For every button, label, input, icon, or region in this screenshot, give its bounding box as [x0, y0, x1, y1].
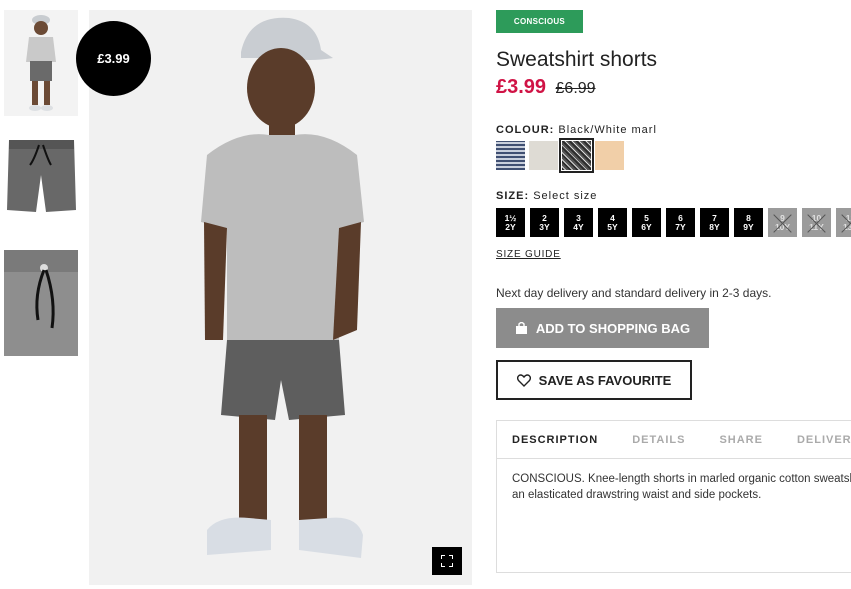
save-favourite-label: SAVE AS FAVOURITE	[538, 372, 672, 388]
size-option-8: 9 10Y	[768, 208, 797, 237]
size-option-line2: 11Y	[809, 221, 824, 232]
size-option-6[interactable]: 7 8Y	[700, 208, 729, 237]
size-option-line1: 12	[845, 212, 851, 223]
description-line-2: an elasticated drawstring waist and side…	[512, 489, 762, 501]
save-favourite-button[interactable]: SAVE AS FAVOURITE	[496, 360, 692, 400]
product-info-panel: CONSCIOUS Sweatshirt shorts £3.99 £6.99 …	[496, 10, 851, 573]
swatch-light-beige[interactable]	[529, 141, 558, 170]
size-option-line2: 3Y	[539, 221, 550, 232]
size-guide-link[interactable]: SIZE GUIDE	[496, 249, 561, 260]
size-option-line1: 9	[780, 212, 785, 223]
price-badge: £3.99	[76, 21, 151, 96]
swatch-blue-stripe[interactable]	[496, 141, 525, 170]
size-option-line2: 4Y	[573, 221, 584, 232]
fullscreen-button[interactable]	[432, 547, 462, 575]
size-option-line2: 9Y	[743, 221, 754, 232]
colour-label: COLOUR:	[496, 124, 555, 136]
size-option-4[interactable]: 5 6Y	[632, 208, 661, 237]
tab-details[interactable]: DETAILS	[632, 434, 685, 446]
sale-price: £3.99	[496, 76, 547, 98]
thumbnail-list	[4, 10, 78, 370]
tab-delivery[interactable]: DELIVERY	[797, 434, 851, 446]
swatch-black-white-marl[interactable]	[559, 138, 594, 173]
delivery-note: Next day delivery and standard delivery …	[496, 286, 772, 300]
size-options: 1½2Y23Y34Y45Y56Y67Y78Y89Y910Y1011Y1213Y	[496, 208, 851, 237]
size-option-line2: 8Y	[709, 221, 720, 232]
conscious-tag: CONSCIOUS	[496, 10, 583, 33]
colour-swatches	[496, 138, 851, 173]
colour-label-row: COLOUR: Black/White marl	[496, 124, 851, 136]
add-to-bag-button[interactable]: ADD TO SHOPPING BAG	[496, 308, 709, 348]
model-photo	[89, 10, 472, 585]
tab-description[interactable]: DESCRIPTION	[512, 434, 598, 446]
heart-icon	[516, 373, 531, 387]
size-option-3[interactable]: 4 5Y	[598, 208, 627, 237]
size-option-7[interactable]: 8 9Y	[734, 208, 763, 237]
size-option-2[interactable]: 3 4Y	[564, 208, 593, 237]
product-title: Sweatshirt shorts	[496, 48, 658, 71]
size-option-5[interactable]: 6 7Y	[666, 208, 695, 237]
thumbnail-detail[interactable]	[4, 250, 78, 356]
detail-thumbnail-image	[4, 250, 78, 356]
size-value: Select size	[533, 190, 598, 202]
tab-bar: DESCRIPTION DETAILS SHARE DELIVERY	[497, 421, 851, 459]
size-label: SIZE:	[496, 190, 530, 202]
thumbnail-shorts[interactable]	[4, 130, 78, 236]
product-tabs: DESCRIPTION DETAILS SHARE DELIVERY CONSC…	[496, 420, 851, 573]
size-label-row: SIZE: Select size	[496, 190, 851, 202]
size-option-line2: 6Y	[641, 221, 652, 232]
product-main-image	[89, 10, 472, 585]
size-option-line2: 5Y	[607, 221, 618, 232]
size-option-9: 10 11Y	[802, 208, 831, 237]
price-row: £3.99 £6.99	[496, 76, 851, 102]
original-price: £6.99	[555, 80, 596, 97]
shorts-thumbnail-image	[4, 130, 78, 236]
tab-share[interactable]: SHARE	[719, 434, 763, 446]
size-option-line2: 2Y	[505, 221, 516, 232]
size-option-0[interactable]: 1½ 2Y	[496, 208, 525, 237]
shopping-bag-icon	[515, 322, 527, 334]
description-line-1: CONSCIOUS. Knee-length shorts in marled …	[512, 473, 851, 485]
expand-icon	[441, 555, 453, 567]
size-option-10: 1213Y	[836, 208, 851, 237]
description-text: CONSCIOUS. Knee-length shorts in marled …	[497, 459, 851, 515]
size-option-line2: 10Y	[774, 221, 791, 232]
model-thumbnail-image	[4, 10, 78, 116]
size-option-line2: 13Y	[842, 221, 851, 232]
size-option-line2: 7Y	[675, 221, 686, 232]
size-option-1[interactable]: 2 3Y	[530, 208, 559, 237]
swatch-peach[interactable]	[595, 141, 624, 170]
colour-value: Black/White marl	[558, 124, 657, 136]
add-to-bag-label: ADD TO SHOPPING BAG	[535, 320, 691, 336]
thumbnail-model[interactable]	[4, 10, 78, 116]
